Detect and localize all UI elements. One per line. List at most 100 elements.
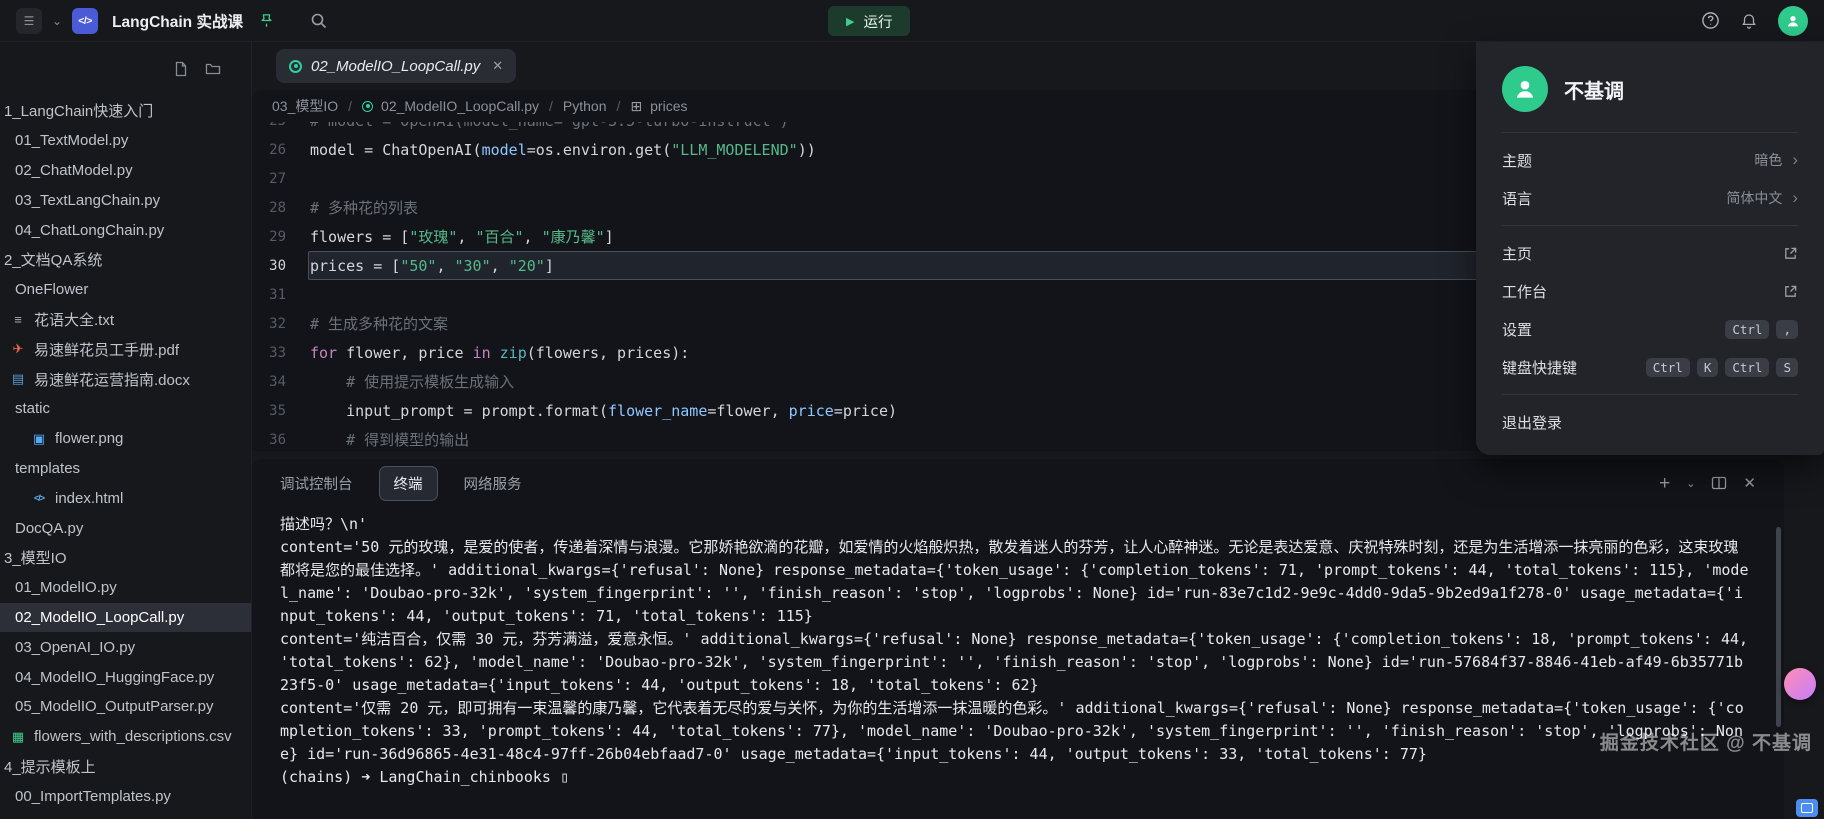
file-tree-item[interactable]: ≡花语大全.txt [0,305,251,335]
file-tree-item[interactable]: 03_TextLangChain.py [0,185,251,215]
external-link-icon [1783,246,1798,261]
file-name: 04_ModelIO_HuggingFace.py [15,669,214,686]
file-name: OneFlower [15,281,88,298]
file-tree-item[interactable]: ▣flower.png [0,424,251,454]
topbar-right [1701,6,1808,36]
editor-tab[interactable]: 02_ModelIO_LoopCall.py ✕ [276,49,516,83]
file-explorer: 1_LangChain快速入门 01_TextModel.py 02_ChatMod… [0,42,252,819]
panel-tab-0[interactable]: 调试控制台 [280,467,353,500]
breadcrumb-segment[interactable]: prices [650,98,687,114]
terminal-line: content='50 元的玫瑰，是爱的使者，传递着深情与浪漫。它那娇艳欲滴的花… [280,536,1750,628]
ide-window: ☰ ⌄ </> LangChain 实战课 ▶ 运行 [0,0,1824,819]
file-tree-item[interactable]: DocQA.py [0,513,251,543]
pin-icon[interactable] [259,13,274,28]
file-name: 3_模型IO [4,547,67,568]
menu-item-theme[interactable]: 主题 暗色 › [1502,141,1798,179]
menu-item-right: CtrlKCtrlS [1646,358,1798,377]
new-file-icon[interactable] [173,61,189,77]
play-icon: ▶ [846,15,854,28]
menu-item-value: 暗色 [1754,150,1782,170]
file-tree-item[interactable]: 02_ModelIO_LoopCall.py [0,603,251,633]
app-menu-icon[interactable]: ☰ [16,8,42,34]
menu-item-language[interactable]: 语言简体中文› [1502,179,1798,217]
external-link-icon [1783,284,1798,299]
breadcrumb-segment[interactable]: Python [563,98,607,114]
file-tree-item[interactable]: 04_ChatLongChain.py [0,215,251,245]
file-name: 易速鲜花员工手册.pdf [34,339,179,360]
file-name: 04_ChatLongChain.py [15,222,164,239]
file-name: 00_ImportTemplates.py [15,788,171,805]
file-tree-item[interactable]: 04_ModelIO_HuggingFace.py [0,662,251,692]
panel-tab-2[interactable]: 网络服务 [464,467,522,500]
panel-tab-1[interactable]: 终端 [379,466,438,501]
menu-item-label: 退出登录 [1502,412,1562,433]
file-tree: 1_LangChain快速入门 01_TextModel.py 02_ChatMod… [0,96,251,811]
keyboard-shortcut-key: Ctrl [1725,358,1769,377]
menu-item-right: Ctrl, [1725,320,1798,339]
breadcrumb-segment[interactable]: 03_模型IO [272,96,338,116]
project-title: LangChain 实战课 [112,10,243,32]
menu-item-shortcuts[interactable]: 键盘快捷键CtrlKCtrlS [1502,348,1798,386]
new-folder-icon[interactable] [205,61,221,77]
watermark: 掘金技术社区 @ 不基调 [1600,728,1812,755]
file-tree-item[interactable]: 01_ModelIO.py [0,573,251,603]
file-name: templates [15,460,80,477]
file-tree-item[interactable]: 02_ChatModel.py [0,156,251,186]
file-name: 03_OpenAI_IO.py [15,639,135,656]
menu-item-workbench[interactable]: 工作台 [1502,272,1798,310]
topbar: ☰ ⌄ </> LangChain 实战课 ▶ 运行 [0,0,1824,42]
terminal-scrollbar[interactable] [1776,527,1781,727]
menu-item-right [1783,284,1798,299]
bottom-right-widget-icon[interactable] [1796,799,1818,817]
file-name: 2_文档QA系统 [4,249,102,270]
menu-item-right: 暗色 › [1754,150,1798,170]
run-label: 运行 [863,11,892,32]
file-tree-item[interactable]: 01_TextModel.py [0,126,251,156]
menu-item-settings[interactable]: 设置Ctrl, [1502,310,1798,348]
file-tree-item[interactable]: 00_ImportTemplates.py [0,781,251,811]
menu-item-logout[interactable]: 退出登录 [1502,403,1798,441]
file-tree-item[interactable]: 03_OpenAI_IO.py [0,632,251,662]
chevron-right-icon: › [1792,150,1798,170]
file-tree-item[interactable]: </>index.html [0,483,251,513]
close-panel-icon[interactable]: ✕ [1743,474,1756,492]
menu-item-home[interactable]: 主页 [1502,234,1798,272]
breadcrumb-segment[interactable]: 02_ModelIO_LoopCall.py [381,98,539,114]
close-tab-icon[interactable]: ✕ [492,58,503,74]
file-tree-item[interactable]: static [0,394,251,424]
file-tree-item[interactable]: 1_LangChain快速入门 [0,96,251,126]
docx-file-icon: ▤ [9,371,27,387]
file-tree-item[interactable]: ▦flowers_with_descriptions.csv [0,722,251,752]
terminal-line: content='纯洁百合，仅需 30 元，芬芳满溢，爱意永恒。' additi… [280,628,1750,697]
run-button[interactable]: ▶ 运行 [828,6,910,36]
workspace-chevron-down-icon[interactable]: ⌄ [52,14,62,28]
keyboard-shortcut-key: K [1697,358,1719,377]
assistant-float-button[interactable] [1784,668,1816,700]
terminal-output[interactable]: 描述吗？\n'content='50 元的玫瑰，是爱的使者，传递着深情与浪漫。它… [252,507,1784,819]
file-tree-item[interactable]: 4_提示模板上 [0,752,251,782]
user-avatar[interactable] [1778,6,1808,36]
file-name: 05_ModelIO_OutputParser.py [15,698,213,715]
keyboard-shortcut-key: , [1776,320,1798,339]
file-tree-item[interactable]: 2_文档QA系统 [0,245,251,275]
editor-tab-label: 02_ModelIO_LoopCall.py [311,58,480,75]
help-icon[interactable] [1701,11,1720,30]
menu-item-label: 工作台 [1502,281,1547,302]
file-tree-item[interactable]: OneFlower [0,275,251,305]
notifications-bell-icon[interactable] [1740,12,1758,30]
file-tree-item[interactable]: ✈易速鲜花员工手册.pdf [0,334,251,364]
file-tree-item[interactable]: ▤易速鲜花运营指南.docx [0,364,251,394]
search-icon[interactable] [310,12,327,29]
file-name: 01_TextModel.py [15,132,128,149]
html-file-icon: </> [30,493,48,503]
file-tree-item[interactable]: templates [0,454,251,484]
file-tree-item[interactable]: 3_模型IO [0,543,251,573]
line-number: 27 [252,171,308,187]
new-terminal-icon[interactable]: + [1659,474,1670,493]
menu-item-label: 主题 [1502,150,1532,171]
user-menu-popover: 不基调 主题暗色›语言简体中文›主页工作台设置Ctrl,键盘快捷键CtrlKCt… [1476,42,1824,455]
line-number: 35 [252,403,308,419]
split-panel-icon[interactable] [1711,475,1727,491]
file-tree-item[interactable]: 05_ModelIO_OutputParser.py [0,692,251,722]
terminal-dropdown-chevron-icon[interactable]: ⌄ [1686,477,1695,490]
